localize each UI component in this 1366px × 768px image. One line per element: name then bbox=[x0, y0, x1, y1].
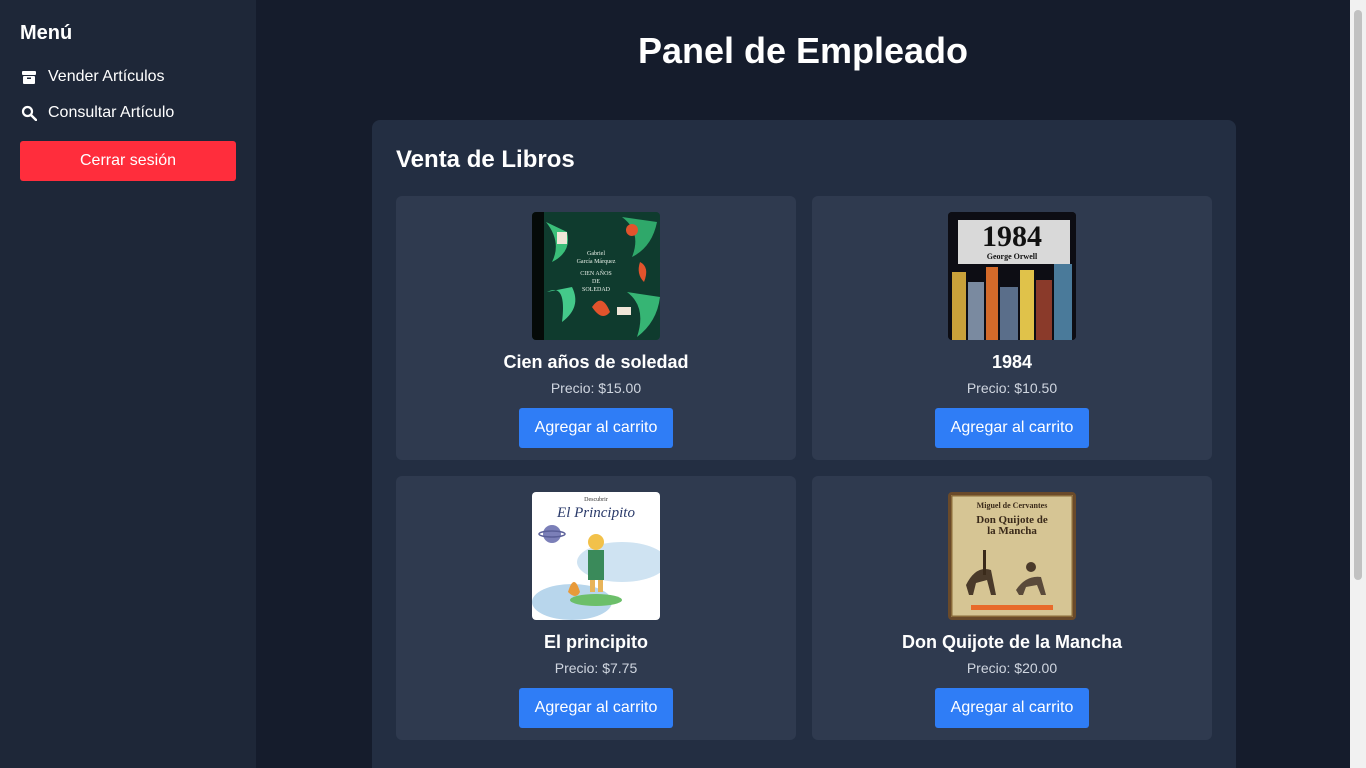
scrollbar[interactable] bbox=[1350, 0, 1366, 768]
add-to-cart-button[interactable]: Agregar al carrito bbox=[518, 408, 674, 448]
search-icon bbox=[20, 104, 38, 122]
sidebar-item-consultar[interactable]: Consultar Artículo bbox=[20, 95, 236, 131]
sidebar: Menú Vender Artículos Consultar Artículo… bbox=[0, 0, 256, 768]
book-cover: Descubrir El Principito bbox=[532, 492, 660, 620]
cover-text: la Mancha bbox=[987, 525, 1037, 537]
book-card: Descubrir El Principito El principito Pr… bbox=[396, 476, 796, 740]
cover-text: García Márquez bbox=[576, 259, 616, 265]
add-to-cart-button[interactable]: Agregar al carrito bbox=[934, 408, 1090, 448]
book-cover: Miguel de Cervantes Don Quijote de la Ma… bbox=[948, 492, 1076, 620]
cover-text: Miguel de Cervantes bbox=[976, 501, 1048, 510]
book-title: Cien años de soledad bbox=[503, 352, 689, 372]
book-sales-panel: Venta de Libros Gabriel García Márquez C… bbox=[372, 120, 1236, 768]
logout-button[interactable]: Cerrar sesión bbox=[20, 141, 236, 181]
book-title: El principito bbox=[543, 632, 648, 652]
book-price: Precio: $7.75 bbox=[554, 660, 638, 676]
book-card: Miguel de Cervantes Don Quijote de la Ma… bbox=[812, 476, 1212, 740]
book-title: 1984 bbox=[991, 352, 1033, 372]
cover-text: DE bbox=[592, 279, 600, 285]
section-title: Venta de Libros bbox=[396, 146, 575, 173]
sidebar-item-label: Consultar Artículo bbox=[48, 104, 175, 121]
scrollbar-thumb[interactable] bbox=[1354, 10, 1362, 580]
book-card: Gabriel García Márquez CIEN AÑOS DE SOLE… bbox=[396, 196, 796, 460]
main-content: Panel de Empleado Venta de Libros Gabrie… bbox=[256, 0, 1350, 768]
cover-text: El Principito bbox=[557, 505, 635, 521]
cover-text: George Orwell bbox=[986, 252, 1038, 261]
cover-text: Gabriel bbox=[587, 251, 605, 257]
sidebar-item-label: Vender Artículos bbox=[48, 68, 165, 85]
cover-text: 1984 bbox=[982, 220, 1042, 253]
book-price: Precio: $10.50 bbox=[966, 380, 1058, 396]
sidebar-title: Menú bbox=[20, 22, 73, 44]
book-price: Precio: $20.00 bbox=[966, 660, 1058, 676]
cover-text: Descubrir bbox=[584, 497, 608, 503]
add-to-cart-button[interactable]: Agregar al carrito bbox=[518, 688, 674, 728]
book-cover: 1984 George Orwell bbox=[948, 212, 1076, 340]
add-to-cart-button[interactable]: Agregar al carrito bbox=[934, 688, 1090, 728]
book-title: Don Quijote de la Mancha bbox=[901, 632, 1123, 652]
cover-text: SOLEDAD bbox=[582, 287, 610, 293]
sidebar-item-vender[interactable]: Vender Artículos bbox=[20, 59, 236, 95]
book-cover: Gabriel García Márquez CIEN AÑOS DE SOLE… bbox=[532, 212, 660, 340]
box-icon bbox=[20, 68, 38, 86]
cover-text: CIEN AÑOS bbox=[580, 271, 612, 277]
page-title: Panel de Empleado bbox=[637, 30, 969, 71]
book-grid: Gabriel García Márquez CIEN AÑOS DE SOLE… bbox=[396, 196, 1212, 740]
book-price: Precio: $15.00 bbox=[550, 380, 642, 396]
book-card: 1984 George Orwell 1984 Precio: $10.50 A… bbox=[812, 196, 1212, 460]
